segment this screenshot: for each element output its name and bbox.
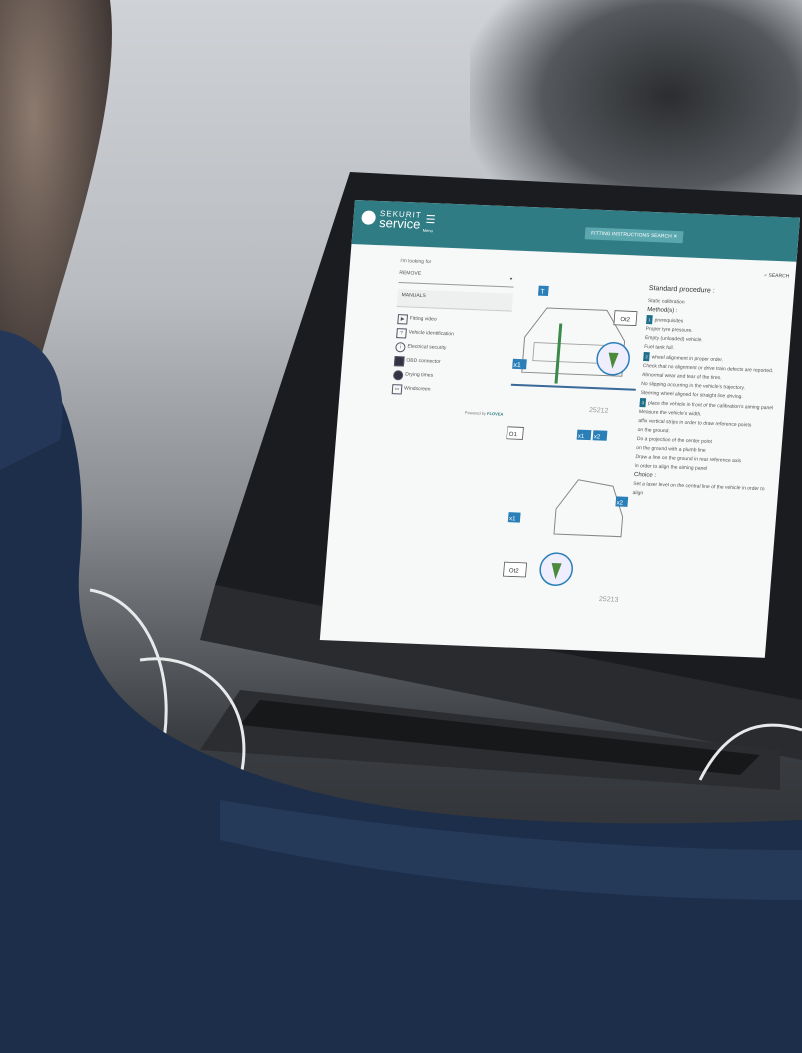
person-silhouette [0,0,802,1053]
